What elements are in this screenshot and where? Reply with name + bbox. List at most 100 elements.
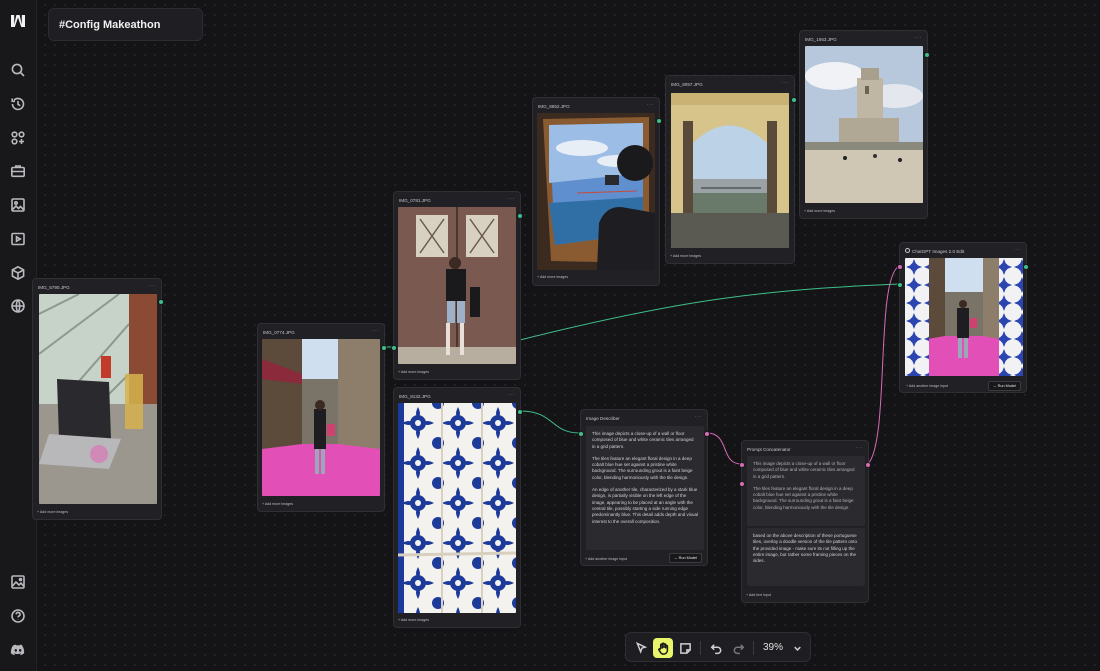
node-image-window-photographer [537,113,655,270]
wire-describer-to-concat [706,432,742,465]
description-paragraph: This image depicts a close-up of a wall … [592,431,694,449]
sticky-note-icon[interactable] [675,638,695,658]
wire-8132-to-describer [519,410,581,434]
node-menu-icon[interactable]: ··· [149,283,157,289]
cube-icon[interactable] [9,264,27,282]
image-node-img-1653[interactable]: IMG_1653.JPG ··· + Add more images [799,30,930,219]
concatenated-description: This image depicts a close-up of a wall … [747,456,865,526]
node-image-generated-tile-street [905,258,1023,376]
select-arrow-icon[interactable] [631,638,651,658]
zoom-level[interactable]: 39% [763,642,783,653]
output-port[interactable] [517,409,523,415]
run-model-button[interactable]: → Run Model [987,381,1021,391]
node-title: IMG_0774.JPG [263,330,295,335]
node-title: IMG_8057.JPG [671,82,703,87]
node-menu-icon[interactable]: ··· [647,102,655,108]
history-icon[interactable] [9,95,27,113]
globe-icon[interactable] [9,297,27,315]
image-icon[interactable] [9,196,27,214]
node-menu-icon[interactable]: ··· [856,445,864,451]
add-image-input-link[interactable]: + Add another image input [906,384,948,388]
node-title: IMG_0781.JPG [399,198,431,203]
input-port[interactable] [739,462,745,468]
node-image-arches-view [671,93,789,248]
image-node-img-8057[interactable]: IMG_8057.JPG ··· + Add more images [665,75,797,264]
node-title: IMG_8652.JPG [538,104,570,109]
prompt-concatenator-node[interactable]: Prompt Concatenator ··· This image depic… [739,440,871,603]
output-port[interactable] [158,299,164,305]
add-more-images-link[interactable]: + Add more images [804,209,835,213]
add-text-input-link[interactable]: + Add text input [746,593,771,597]
chatgpt-image-edit-node[interactable]: ChatGPT Images 2.0 Edit ··· + Add anothe… [897,242,1029,393]
description-output: This image depicts a close-up of a wall … [586,426,704,550]
prompt-text: based on the above description of these … [753,533,858,564]
image-node-img-0781[interactable]: IMG_0781.JPG ··· + Add more images [391,191,523,380]
logo-icon[interactable] [9,12,27,30]
add-more-images-link[interactable]: + Add more images [670,254,701,258]
output-port[interactable] [381,345,387,351]
node-title: IMG_8132.JPG [399,394,431,399]
video-icon[interactable] [9,230,27,248]
node-image-belem-tower [805,46,923,203]
run-model-button[interactable]: → Run Model [668,553,702,563]
add-image-input-link[interactable]: + Add another image input [585,557,627,561]
output-port[interactable] [865,462,871,468]
description-paragraph: An edge of another tile, characterized b… [592,487,698,524]
node-menu-icon[interactable]: ··· [372,328,380,334]
image-node-img-5790[interactable]: IMG_5790.JPG ··· + Add more images [32,278,164,520]
output-port[interactable] [517,213,523,219]
node-menu-icon[interactable]: ··· [695,414,703,420]
node-title: Image Describer [586,416,620,421]
redo-icon[interactable] [728,638,748,658]
gallery-icon[interactable] [9,573,27,591]
image-node-img-0774[interactable]: IMG_0774.JPG ··· + Add more images [257,323,387,512]
node-image-blue-tiles [398,403,516,613]
node-image-laptop-cafe [39,294,157,504]
output-port[interactable] [1023,264,1029,270]
input-port[interactable] [897,282,903,288]
node-title: ChatGPT Images 2.0 Edit [912,249,965,254]
shapes-add-icon[interactable] [9,129,27,147]
node-menu-icon[interactable]: ··· [915,35,923,41]
node-menu-icon[interactable]: ··· [508,196,516,202]
add-more-images-link[interactable]: + Add more images [398,370,429,374]
input-port[interactable] [391,345,397,351]
openai-icon [905,248,910,253]
output-port[interactable] [656,118,662,124]
concat-paragraph: This image depicts a close-up of a wall … [753,461,855,479]
search-icon[interactable] [9,61,27,79]
input-port[interactable] [897,264,903,270]
output-port[interactable] [924,52,930,58]
output-port[interactable] [704,431,710,437]
node-title: IMG_5790.JPG [38,285,70,290]
concat-paragraph: The tiles feature an elegant floral desi… [753,485,854,510]
hand-icon[interactable] [653,638,673,658]
description-paragraph: The tiles feature an elegant floral desi… [592,455,693,480]
input-port[interactable] [739,481,745,487]
project-title[interactable]: #Config Makeathon [48,8,203,41]
wire-0781-to-chatgpt [519,283,900,341]
prompt-text-input[interactable]: based on the above description of these … [747,528,865,586]
output-port[interactable] [791,97,797,103]
node-title: Prompt Concatenator [747,447,791,452]
node-menu-icon[interactable]: ··· [1014,247,1022,253]
image-node-img-8652[interactable]: IMG_8652.JPG ··· + Add more images [532,97,662,286]
image-describer-node[interactable]: Image Describer ··· This image depicts a… [578,409,710,566]
node-menu-icon[interactable]: ··· [508,392,516,398]
image-node-img-8132[interactable]: IMG_8132.JPG ··· + Add more images [393,387,523,628]
briefcase-icon[interactable] [9,162,27,180]
add-more-images-link[interactable]: + Add more images [262,502,293,506]
toolbar-divider [700,641,701,655]
chevron-down-icon[interactable] [787,638,807,658]
node-title: IMG_1653.JPG [805,37,837,42]
input-port[interactable] [578,431,584,437]
node-menu-icon[interactable]: ··· [782,80,790,86]
help-icon[interactable] [9,607,27,625]
add-more-images-link[interactable]: + Add more images [398,618,429,622]
node-image-ornate-door [398,207,516,364]
undo-icon[interactable] [706,638,726,658]
add-more-images-link[interactable]: + Add more images [537,275,568,279]
discord-icon[interactable] [9,641,27,659]
add-more-images-link[interactable]: + Add more images [37,510,68,514]
canvas-toolbar: 39% [625,632,811,662]
